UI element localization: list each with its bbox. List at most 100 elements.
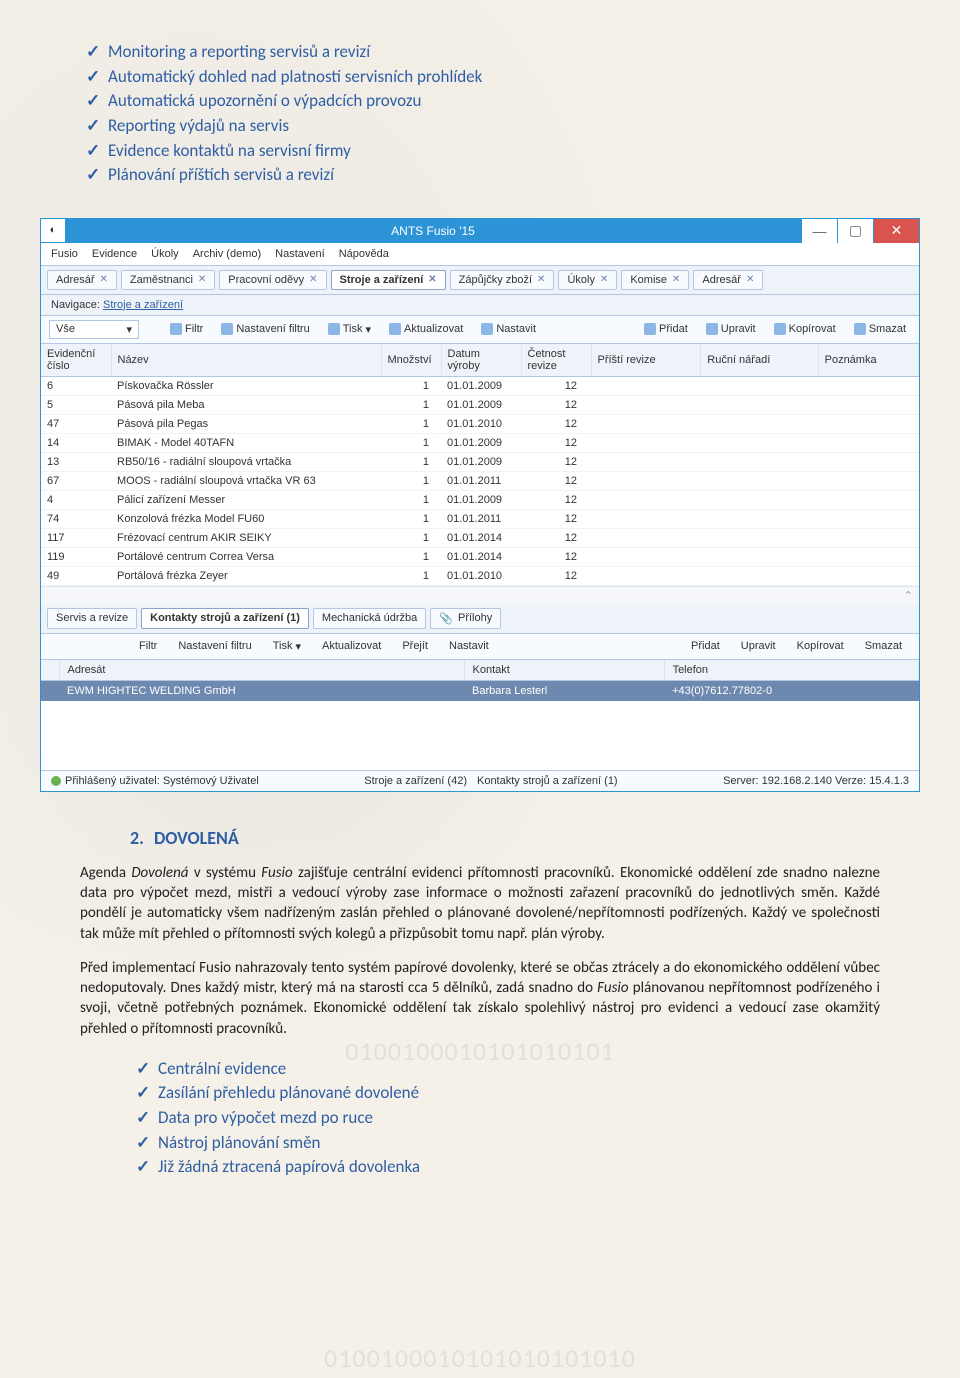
print-button[interactable]: Tisk▾ [265, 638, 306, 655]
refresh-icon [389, 323, 401, 335]
settings-button[interactable]: Nastavit [476, 321, 541, 337]
table-row[interactable]: 49Portálová frézka Zeyer101.01.201012 [41, 566, 919, 585]
edit-button[interactable]: Upravit [701, 321, 761, 337]
edit-icon [706, 323, 718, 335]
print-button[interactable]: Tisk▾ [323, 321, 376, 338]
refresh-button[interactable]: Aktualizovat [314, 638, 386, 654]
detail-tab-active[interactable]: Kontakty strojů a zařízení (1) [141, 608, 309, 629]
tab[interactable]: Pracovní oděvy✕ [219, 270, 326, 290]
delete-icon [854, 323, 866, 335]
copy-button[interactable]: Kopírovat [769, 321, 841, 337]
close-icon[interactable]: ✕ [600, 274, 608, 285]
close-icon[interactable]: ✕ [672, 274, 680, 285]
delete-button[interactable]: Smazat [857, 638, 907, 654]
tab-bar: Adresář✕ Zaměstnanci✕ Pracovní oděvy✕ St… [41, 266, 919, 295]
menu-item[interactable]: Úkoly [151, 248, 179, 260]
add-icon [644, 323, 656, 335]
close-icon[interactable]: ✕ [746, 274, 754, 285]
table-row[interactable]: 47Pásová pila Pegas101.01.201012 [41, 414, 919, 433]
maximize-button[interactable]: ▢ [837, 219, 873, 243]
tab[interactable]: Adresář✕ [47, 270, 117, 290]
delete-button[interactable]: Smazat [849, 321, 911, 337]
add-button[interactable]: Přidat [639, 321, 693, 337]
filter-button[interactable]: Filtr [131, 638, 162, 654]
minimize-button[interactable]: — [801, 219, 837, 243]
filter-button[interactable]: Filtr [165, 321, 208, 337]
contact-grid[interactable]: Adresát Kontakt Telefon EWM HIGHTEC WELD… [41, 660, 919, 701]
close-button[interactable]: ✕ [873, 219, 919, 243]
table-row[interactable]: 13RB50/16 - radiální sloupová vrtačka101… [41, 452, 919, 471]
col-header[interactable]: Ruční nářadí [701, 344, 818, 377]
menu-item[interactable]: Fusio [51, 248, 78, 260]
table-row[interactable]: 74Konzolová frézka Model FU60101.01.2011… [41, 509, 919, 528]
col-header[interactable]: Datum výroby [441, 344, 521, 377]
tab-active[interactable]: Stroje a zařízení✕ [331, 270, 446, 290]
cell: Barbara Lesterl [464, 680, 664, 701]
bullet-item: Monitoring a reporting servisů a revizí [80, 40, 880, 65]
main-grid[interactable]: Evidenční číslo Název Množství Datum výr… [41, 344, 919, 586]
table-row[interactable]: 14BIMAK - Model 40TAFN101.01.200912 [41, 433, 919, 452]
table-row[interactable]: 4Pálicí zařízení Messer101.01.200912 [41, 490, 919, 509]
goto-button[interactable]: Přejít [394, 638, 433, 654]
attachment-icon: 📎 [439, 612, 453, 625]
edit-button[interactable]: Upravit [733, 638, 781, 654]
bullet-item: Centrální evidence [130, 1057, 880, 1082]
bullet-item: Zasílání přehledu plánované dovolené [130, 1081, 880, 1106]
main-toolbar: Vše▾ Filtr Nastavení filtru Tisk▾ Aktual… [41, 316, 919, 344]
col-header[interactable]: Adresát [59, 660, 464, 681]
menu-item[interactable]: Archiv (demo) [193, 248, 261, 260]
breadcrumb-link[interactable]: Stroje a zařízení [103, 299, 183, 311]
add-button[interactable]: Přidat [683, 638, 725, 654]
copy-button[interactable]: Kopírovat [789, 638, 849, 654]
menu-item[interactable]: Nápověda [339, 248, 389, 260]
filter-select[interactable]: Vše▾ [49, 320, 139, 339]
table-row[interactable]: 119Portálové centrum Correa Versa101.01.… [41, 547, 919, 566]
col-header[interactable]: Příští revize [591, 344, 701, 377]
col-header[interactable]: Množství [381, 344, 441, 377]
tab[interactable]: Komise✕ [621, 270, 689, 290]
tab[interactable]: Zápůjčky zboží✕ [450, 270, 555, 290]
col-header[interactable]: Evidenční číslo [41, 344, 111, 377]
table-row[interactable]: EWM HIGHTEC WELDING GmbH Barbara Lesterl… [41, 680, 919, 701]
scroll-indicator[interactable]: ⌃ [41, 586, 919, 604]
col-header[interactable]: Poznámka [818, 344, 918, 377]
menu-item[interactable]: Evidence [92, 248, 137, 260]
section-number: 2. [130, 827, 144, 849]
detail-tab[interactable]: Servis a revize [47, 608, 137, 629]
app-icon: ◐ [41, 219, 65, 242]
table-row[interactable]: 5Pásová pila Meba101.01.200912 [41, 395, 919, 414]
table-row[interactable]: 117Frézovací centrum AKIR SEIKY101.01.20… [41, 528, 919, 547]
close-icon[interactable]: ✕ [537, 274, 545, 285]
col-header[interactable]: Kontakt [464, 660, 664, 681]
filter-settings-button[interactable]: Nastavení filtru [216, 321, 314, 337]
tab[interactable]: Zaměstnanci✕ [121, 270, 215, 290]
status-count: Stroje a zařízení (42) [364, 775, 467, 787]
user-icon [51, 776, 61, 786]
col-header[interactable]: Telefon [664, 660, 918, 681]
close-icon[interactable]: ✕ [428, 274, 436, 285]
col-header[interactable]: Název [111, 344, 381, 377]
table-row[interactable]: 6Pískovačka Rössler101.01.200912 [41, 376, 919, 395]
close-icon[interactable]: ✕ [100, 274, 108, 285]
bullet-item: Plánování příštích servisů a revizí [80, 163, 880, 188]
close-icon[interactable]: ✕ [198, 274, 206, 285]
close-icon[interactable]: ✕ [309, 274, 317, 285]
detail-tab[interactable]: 📎 Přílohy [430, 608, 501, 629]
refresh-button[interactable]: Aktualizovat [384, 321, 468, 337]
settings-button[interactable]: Nastavit [441, 638, 494, 654]
detail-tab[interactable]: Mechanická údržba [313, 608, 426, 629]
table-row[interactable]: 67MOOS - radiální sloupová vrtačka VR 63… [41, 471, 919, 490]
bullet-item: Nástroj plánování směn [130, 1131, 880, 1156]
cell: +43(0)7612.77802-0 [664, 680, 918, 701]
nav-label: Navigace: [51, 299, 100, 311]
window-title: ANTS Fusio '15 [65, 219, 801, 242]
status-count: Kontakty strojů a zařízení (1) [477, 775, 618, 787]
menu-item[interactable]: Nastavení [275, 248, 325, 260]
detail-toolbar: Filtr Nastavení filtru Tisk▾ Aktualizova… [41, 634, 919, 660]
settings-icon [481, 323, 493, 335]
filter-settings-button[interactable]: Nastavení filtru [170, 638, 256, 654]
bottom-bullet-list: Centrální evidence Zasílání přehledu plá… [130, 1057, 880, 1180]
tab[interactable]: Úkoly✕ [558, 270, 617, 290]
tab[interactable]: Adresář✕ [693, 270, 763, 290]
col-header[interactable]: Četnost revize [521, 344, 591, 377]
